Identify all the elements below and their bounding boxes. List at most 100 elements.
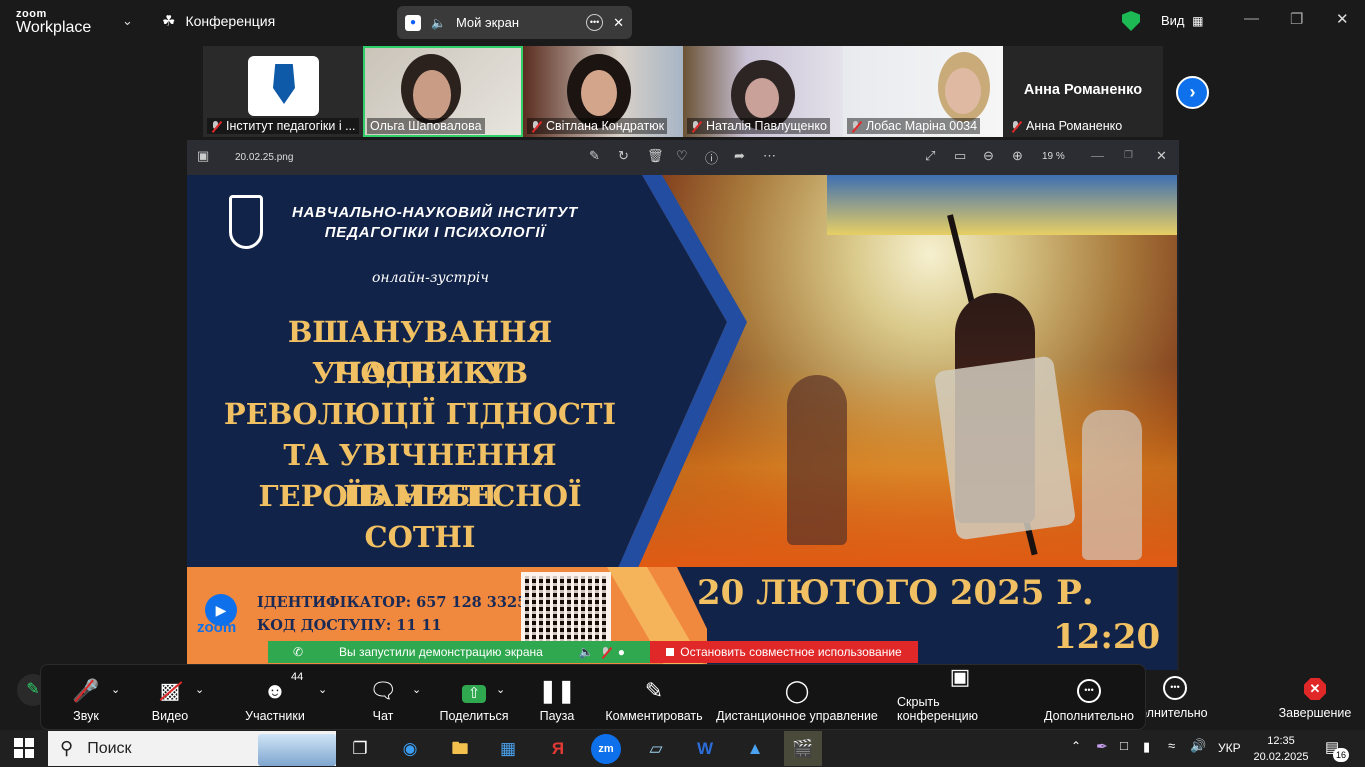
share-started-text: Вы запустили демонстрацию экрана — [339, 645, 543, 659]
hide-meeting-button[interactable]: ▣ Скрыть конференцию — [897, 665, 1023, 729]
view-button[interactable]: Вид ▦ — [1161, 13, 1204, 28]
video-label: Видео — [151, 709, 189, 723]
participant-tile[interactable]: Інститут педагогіки і ... — [203, 46, 363, 137]
search-highlight-image — [258, 734, 336, 766]
remote-control-button[interactable]: ◯ Дистанционное управление — [715, 665, 879, 729]
info-icon[interactable]: ⓘ — [705, 148, 718, 167]
shield-trident — [933, 355, 1077, 541]
wifi-icon[interactable]: ≈ — [1168, 738, 1175, 753]
stop-icon — [666, 648, 675, 656]
more-button[interactable]: ••• Дополнительно — [1043, 665, 1135, 729]
clock[interactable]: 12:35 20.02.2025 — [1253, 733, 1309, 765]
pause-icon: ❚❚ — [538, 678, 576, 703]
share-icon[interactable]: ➦ — [734, 148, 745, 164]
more-icon[interactable]: ⋯ — [763, 148, 776, 164]
task-view-icon[interactable]: ❐ — [345, 734, 375, 764]
pencil-icon: ✎ — [644, 678, 664, 703]
participants-icon: ☻ — [263, 678, 287, 703]
video-button[interactable]: ▩ Видео — [145, 665, 195, 729]
share-options-chevron-icon[interactable]: ⌄ — [496, 683, 505, 696]
more-button-bg[interactable]: ••• олнительно — [1140, 676, 1210, 720]
audio-label: Звук — [73, 709, 99, 723]
participants-count: 44 — [291, 671, 304, 683]
chat-options-chevron-icon[interactable]: ⌄ — [412, 683, 421, 696]
share-screen-button[interactable]: ⇧ Поделиться — [439, 665, 509, 729]
participant-tile[interactable]: Анна Романенко Анна Романенко — [1003, 46, 1163, 137]
annotate-button[interactable]: ✎ Комментировать — [605, 665, 703, 729]
muted-mic-icon — [690, 120, 702, 133]
close-window-icon[interactable]: ✕ — [1336, 10, 1349, 28]
next-page-button[interactable]: › — [1176, 76, 1209, 109]
conference-label: Конференция — [185, 13, 276, 29]
start-button[interactable] — [14, 738, 34, 758]
pause-share-button[interactable]: ❚❚ Пауза — [537, 665, 577, 729]
participant-tile-active[interactable]: Ольга Шаповалова — [363, 46, 523, 137]
participant-name: Наталія Павлущенко — [706, 119, 827, 133]
photos-icon[interactable]: ▲ — [740, 734, 770, 764]
pen-tray-icon[interactable]: ✒ — [1096, 738, 1108, 755]
more-options-icon[interactable]: ••• — [586, 14, 604, 31]
battery-icon[interactable]: ▮ — [1143, 739, 1150, 755]
more-icon: ••• — [1163, 676, 1187, 700]
close-icon[interactable]: ✕ — [613, 15, 624, 31]
search-placeholder: Поиск — [87, 739, 132, 757]
zoom-out-icon[interactable]: ⊖ — [983, 148, 994, 164]
participants-label: Участники — [245, 709, 305, 723]
participant-label: Наталія Павлущенко — [687, 118, 830, 134]
participant-label: Світлана Кондратюк — [527, 118, 668, 134]
search-icon: ⚲ — [60, 738, 74, 758]
end-icon: ✕ — [1304, 678, 1326, 700]
favorite-heart-icon[interactable]: ♡ — [676, 148, 688, 164]
participant-tile[interactable]: Лобас Маріна 0034 — [843, 46, 1003, 137]
tray-chevron-up-icon[interactable]: ⌃ — [1071, 739, 1081, 753]
language-indicator[interactable]: УКР — [1218, 741, 1241, 755]
meet-tray-icon[interactable]: □ — [1120, 738, 1128, 753]
file-explorer-icon[interactable]: 🖿 — [445, 734, 475, 764]
viewer-maximize-icon[interactable]: ❐ — [1124, 150, 1133, 161]
store-icon[interactable]: ▦ — [493, 734, 523, 764]
event-poster: НАВЧАЛЬНО-НАУКОВИЙ ІНСТИТУТ ПЕДАГОГІКИ І… — [187, 175, 1177, 670]
share-started-notice: ✆ Вы запустили демонстрацию экрана 🔈 ● — [268, 641, 650, 663]
participant-name: Анна Романенко — [1026, 119, 1123, 133]
event-date: 20 ЛЮТОГО 2025 Р. — [697, 573, 1094, 613]
more-label-clipped: олнительно — [1140, 706, 1208, 720]
zoom-in-icon[interactable]: ⊕ — [1012, 148, 1023, 164]
audio-options-chevron-icon[interactable]: ⌄ — [111, 683, 120, 696]
delete-icon[interactable]: 🗑 — [647, 148, 664, 164]
zoom-workplace-logo: zoom Workplace — [16, 7, 91, 36]
word-icon[interactable]: W — [690, 734, 720, 764]
active-app-highlight[interactable]: 🎬 — [784, 731, 822, 766]
viewer-minimize-icon[interactable]: — — [1091, 148, 1104, 163]
chevron-down-icon[interactable]: ⌄ — [122, 13, 133, 29]
institute-line2: ПЕДАГОГІКИ І ПСИХОЛОГІЇ — [324, 224, 546, 241]
my-screen-pill[interactable]: ● 🔈 Мой экран ••• ✕ — [397, 6, 632, 39]
participants-options-chevron-icon[interactable]: ⌄ — [318, 683, 327, 696]
zoom-taskbar-icon[interactable]: zm — [591, 734, 621, 764]
participant-tile[interactable]: Наталія Павлущенко — [683, 46, 843, 137]
maximize-icon[interactable]: ❐ — [1290, 10, 1303, 28]
shield-icon: ● — [617, 645, 625, 659]
edge-browser-icon[interactable]: ◉ — [395, 734, 425, 764]
end-button[interactable]: ✕ Завершение — [1274, 678, 1356, 720]
chat-button[interactable]: 🗨 Чат — [363, 665, 403, 729]
participant-label: Інститут педагогіки і ... — [207, 118, 359, 134]
volume-icon[interactable]: 🔊 — [1190, 738, 1206, 754]
fit-icon[interactable]: ▭ — [954, 148, 966, 164]
viewer-close-icon[interactable]: ✕ — [1156, 148, 1167, 164]
audio-button[interactable]: 🎤 Звук — [61, 665, 111, 729]
gallery-icon[interactable]: ▣ — [197, 148, 209, 164]
edit-image-icon[interactable]: ✎ — [589, 148, 600, 164]
yandex-browser-icon[interactable]: Я — [543, 734, 573, 764]
encryption-shield-icon[interactable] — [1122, 11, 1140, 31]
minimize-icon[interactable]: — — [1244, 10, 1259, 27]
participant-tile[interactable]: Світлана Кондратюк — [523, 46, 683, 137]
rotate-icon[interactable]: ↻ — [618, 148, 629, 164]
stop-share-button[interactable]: Остановить совместное использование — [650, 641, 918, 663]
conference-menu[interactable]: ☘ Конференция — [162, 12, 275, 30]
fullscreen-icon[interactable]: ⤢ — [925, 148, 935, 164]
app-icon[interactable]: ▱ — [641, 734, 671, 764]
clock-date: 20.02.2025 — [1253, 751, 1309, 763]
muted-mic-icon — [530, 120, 542, 133]
speaker-icon: 🔈 — [431, 15, 446, 30]
video-options-chevron-icon[interactable]: ⌄ — [195, 683, 204, 696]
